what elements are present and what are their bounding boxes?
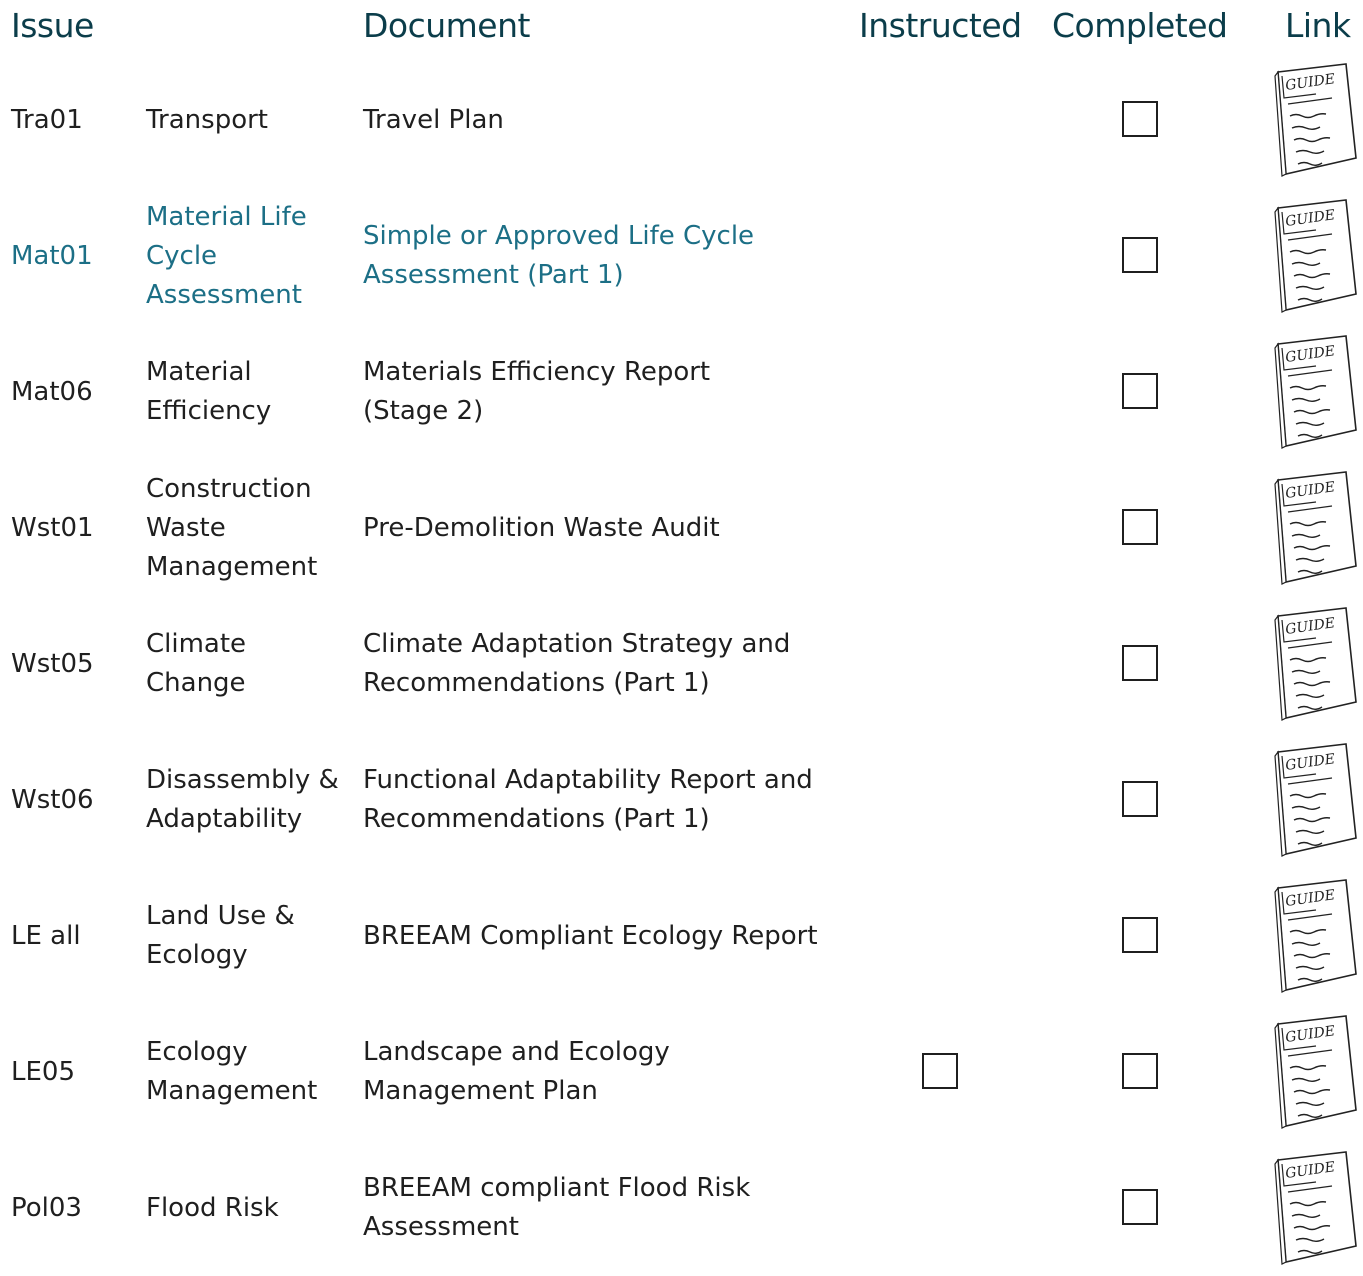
instructed-checkbox[interactable] — [922, 1053, 958, 1089]
issue-name-line: Cycle — [146, 240, 218, 271]
issue-name-line: Climate — [146, 629, 247, 659]
issue-name-line: Management — [146, 1076, 318, 1106]
document-name: Functional Adaptability Report and Recomm… — [363, 732, 833, 868]
document-name: Travel Plan — [363, 52, 833, 188]
header-completed: Completed — [1052, 6, 1228, 45]
issue-name: Material Efficiency — [146, 324, 346, 460]
header-issue: Issue — [11, 6, 94, 45]
guide-document-icon[interactable]: GUIDE — [1272, 742, 1360, 860]
document-name: Pre-Demolition Waste Audit — [363, 460, 833, 596]
document-name: Climate Adaptation Strategy and Recommend… — [363, 596, 833, 732]
table-row: Mat01 Material Life Cycle Assessment Simple … — [0, 188, 1363, 324]
completed-checkbox[interactable] — [1122, 237, 1158, 273]
issue-name: Flood Risk — [146, 1140, 346, 1276]
issue-code: Wst01 — [11, 512, 94, 543]
table-row: Wst06 Disassembly & Adaptability Functional… — [0, 732, 1363, 868]
issue-code: LE all — [11, 920, 81, 951]
guide-document-icon[interactable]: GUIDE — [1272, 1014, 1360, 1132]
table-row: Pol03 Flood Risk BREEAM compliant Flood Ri… — [0, 1140, 1363, 1276]
document-name: Simple or Approved Life Cycle Assessment … — [363, 188, 833, 324]
table-row: Mat06 Material Efficiency Materials Efficie… — [0, 324, 1363, 460]
completed-checkbox[interactable] — [1122, 509, 1158, 545]
table-row: LE all Land Use & Ecology BREEAM Compliant … — [0, 868, 1363, 1004]
issue-name-line: Construction — [146, 473, 312, 504]
document-name-line: Travel Plan — [363, 104, 504, 135]
issue-name-line: Flood Risk — [146, 1192, 279, 1223]
issue-name-line: Waste — [146, 512, 226, 543]
issue-code: Mat01 — [11, 240, 93, 271]
issue-code: Pol03 — [11, 1192, 82, 1223]
document-name: Materials Efficiency Report (Stage 2) — [363, 324, 833, 460]
issue-code: Mat06 — [11, 376, 93, 407]
guide-document-icon[interactable]: GUIDE — [1272, 1150, 1360, 1268]
issue-code: Wst05 — [11, 648, 94, 679]
issue-name-line: Land Use & — [146, 901, 295, 931]
header-link: Link — [1285, 6, 1351, 45]
issue-name-line: Ecology — [146, 940, 248, 970]
issue-name: Land Use & Ecology — [146, 868, 346, 1004]
document-name: Landscape and Ecology Management Plan — [363, 1004, 833, 1140]
document-name-line: Recommendations (Part 1) — [363, 804, 710, 834]
table-row: Tra01 Transport Travel Plan GUIDE — [0, 52, 1363, 188]
document-name-line: Assessment (Part 1) — [363, 260, 624, 290]
guide-document-icon[interactable]: GUIDE — [1272, 878, 1360, 996]
completed-checkbox[interactable] — [1122, 781, 1158, 817]
issue-code: LE05 — [11, 1056, 75, 1087]
issue-name: Disassembly & Adaptability — [146, 732, 346, 868]
guide-document-icon[interactable]: GUIDE — [1272, 470, 1360, 588]
document-name: BREEAM Compliant Ecology Report — [363, 868, 833, 1004]
issue-name-line: Material — [146, 357, 252, 387]
issue-name: Construction Waste Management — [146, 460, 346, 596]
issue-name: Climate Change — [146, 596, 346, 732]
issue-name: Ecology Management — [146, 1004, 346, 1140]
document-name-line: (Stage 2) — [363, 396, 484, 426]
guide-document-icon[interactable]: GUIDE — [1272, 334, 1360, 452]
table-row: LE05 Ecology Management Landscape and Ecolo… — [0, 1004, 1363, 1140]
document-name-line: Functional Adaptability Report and — [363, 765, 813, 795]
document-name-line: Recommendations (Part 1) — [363, 668, 710, 698]
issue-name-line: Disassembly & — [146, 765, 339, 795]
header-instructed: Instructed — [859, 6, 1022, 45]
document-name-line: BREEAM compliant Flood Risk — [363, 1173, 751, 1203]
completed-checkbox[interactable] — [1122, 917, 1158, 953]
issue-name: Material Life Cycle Assessment — [146, 188, 346, 324]
completed-checkbox[interactable] — [1122, 1189, 1158, 1225]
guide-document-icon[interactable]: GUIDE — [1272, 606, 1360, 724]
table-row: Wst05 Climate Change Climate Adaptation Str… — [0, 596, 1363, 732]
completed-checkbox[interactable] — [1122, 101, 1158, 137]
header-document: Document — [363, 6, 530, 45]
issue-name-line: Transport — [146, 104, 269, 135]
document-name-line: Pre-Demolition Waste Audit — [363, 512, 720, 543]
document-name-line: BREEAM Compliant Ecology Report — [363, 920, 818, 951]
issue-name-line: Change — [146, 668, 246, 698]
issue-name: Transport — [146, 52, 346, 188]
document-name-line: Landscape and Ecology — [363, 1037, 670, 1067]
document-name-line: Materials Efficiency Report — [363, 357, 711, 387]
completed-checkbox[interactable] — [1122, 1053, 1158, 1089]
guide-document-icon[interactable]: GUIDE — [1272, 198, 1360, 316]
document-name-line: Assessment — [363, 1212, 519, 1242]
document-name: BREEAM compliant Flood Risk Assessment — [363, 1140, 833, 1276]
completed-checkbox[interactable] — [1122, 645, 1158, 681]
issue-code: Tra01 — [11, 104, 83, 135]
document-name-line: Climate Adaptation Strategy and — [363, 629, 791, 659]
guide-document-icon[interactable]: GUIDE — [1272, 62, 1360, 180]
issue-name-line: Management — [146, 551, 318, 582]
issue-code: Wst06 — [11, 784, 94, 815]
document-name-line: Simple or Approved Life Cycle — [363, 221, 755, 251]
issue-name-line: Efficiency — [146, 396, 272, 426]
issue-name-line: Assessment — [146, 279, 302, 310]
issue-name-line: Adaptability — [146, 804, 303, 834]
issue-name-line: Ecology — [146, 1037, 248, 1067]
completed-checkbox[interactable] — [1122, 373, 1158, 409]
table-row: Wst01 Construction Waste Management Pre-Demo… — [0, 460, 1363, 596]
issue-name-line: Material Life — [146, 201, 307, 232]
document-name-line: Management Plan — [363, 1076, 598, 1106]
